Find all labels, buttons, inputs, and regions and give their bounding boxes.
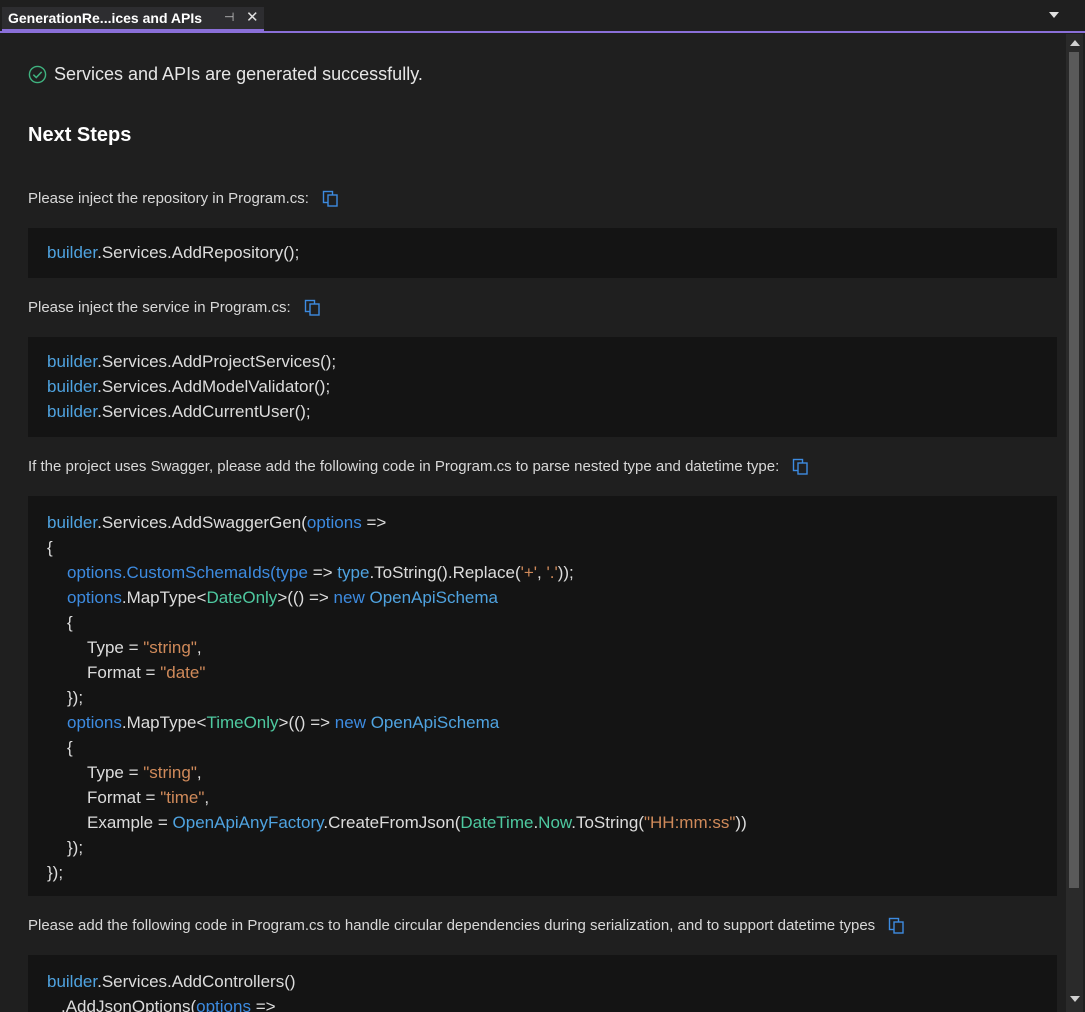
tab-accent-line (0, 31, 1085, 33)
code-block: builder.Services.AddRepository(); (28, 228, 1057, 278)
success-text: Services and APIs are generated successf… (54, 64, 423, 84)
code-line: options.CustomSchemaIds(type => type.ToS… (67, 563, 574, 582)
tab-title: GenerationRe...ices and APIs (8, 10, 202, 26)
code-line: options.MapType<TimeOnly>(() => new Open… (67, 713, 500, 732)
pin-icon[interactable]: ⊣ (224, 10, 234, 24)
code-line: Format = "time", (87, 788, 210, 807)
vertical-scrollbar[interactable] (1066, 34, 1083, 1012)
code-block: builder.Services.AddProjectServices(); b… (28, 337, 1057, 437)
code-line: Type = "string", (87, 638, 202, 657)
step-text: Please inject the service in Program.cs: (28, 299, 291, 316)
step-text: Please inject the repository in Program.… (28, 190, 309, 207)
code-line: builder.Services.AddSwaggerGen(options =… (47, 513, 387, 532)
page-heading: Next Steps (28, 124, 132, 146)
step-text: If the project uses Swagger, please add … (28, 458, 780, 475)
code-line: options.MapType<DateOnly>(() => new Open… (67, 588, 498, 607)
code-line: { (67, 613, 73, 632)
step-instruction: If the project uses Swagger, please add … (28, 458, 809, 475)
copy-icon[interactable] (322, 190, 339, 207)
copy-icon[interactable] (888, 917, 905, 934)
step-instruction: Please inject the repository in Program.… (28, 190, 339, 207)
check-circle-icon (28, 65, 47, 84)
code-line: Format = "date" (87, 663, 206, 682)
code-line: builder.Services.AddProjectServices(); (47, 352, 337, 371)
scroll-up-icon[interactable] (1070, 40, 1080, 46)
generation-result-panel: Services and APIs are generated successf… (3, 34, 1064, 1012)
code-line: builder.Services.AddModelValidator(); (47, 377, 331, 396)
code-line: builder.Services.AddCurrentUser(); (47, 402, 311, 421)
success-message: Services and APIs are generated successf… (28, 64, 423, 85)
tab-dropdown-icon[interactable] (1049, 12, 1059, 18)
code-line: }); (67, 688, 84, 707)
code-block: builder.Services.AddControllers() .AddJs… (28, 955, 1057, 1012)
step-instruction: Please add the following code in Program… (28, 917, 905, 934)
code-line: builder.Services.AddControllers() (47, 972, 296, 991)
scroll-down-icon[interactable] (1070, 996, 1080, 1002)
copy-icon[interactable] (304, 299, 321, 316)
code-line: { (67, 738, 73, 757)
code-line: builder.Services.AddRepository(); (47, 243, 300, 262)
code-line: }); (67, 838, 84, 857)
step-instruction: Please inject the service in Program.cs: (28, 299, 321, 316)
step-text: Please add the following code in Program… (28, 917, 876, 934)
code-line: { (47, 538, 53, 557)
document-tab[interactable]: GenerationRe...ices and APIs ⊣ ✕ (2, 7, 264, 31)
code-block: builder.Services.AddSwaggerGen(options =… (28, 496, 1057, 896)
scrollbar-thumb[interactable] (1069, 52, 1079, 888)
code-line: }); (47, 863, 64, 882)
code-line: .AddJsonOptions(options => (61, 997, 276, 1012)
code-line: Type = "string", (87, 763, 202, 782)
close-icon[interactable]: ✕ (246, 8, 259, 26)
document-tab-bar: GenerationRe...ices and APIs ⊣ ✕ (0, 0, 1085, 33)
copy-icon[interactable] (792, 458, 809, 475)
code-line: Example = OpenApiAnyFactory.CreateFromJs… (87, 813, 747, 832)
